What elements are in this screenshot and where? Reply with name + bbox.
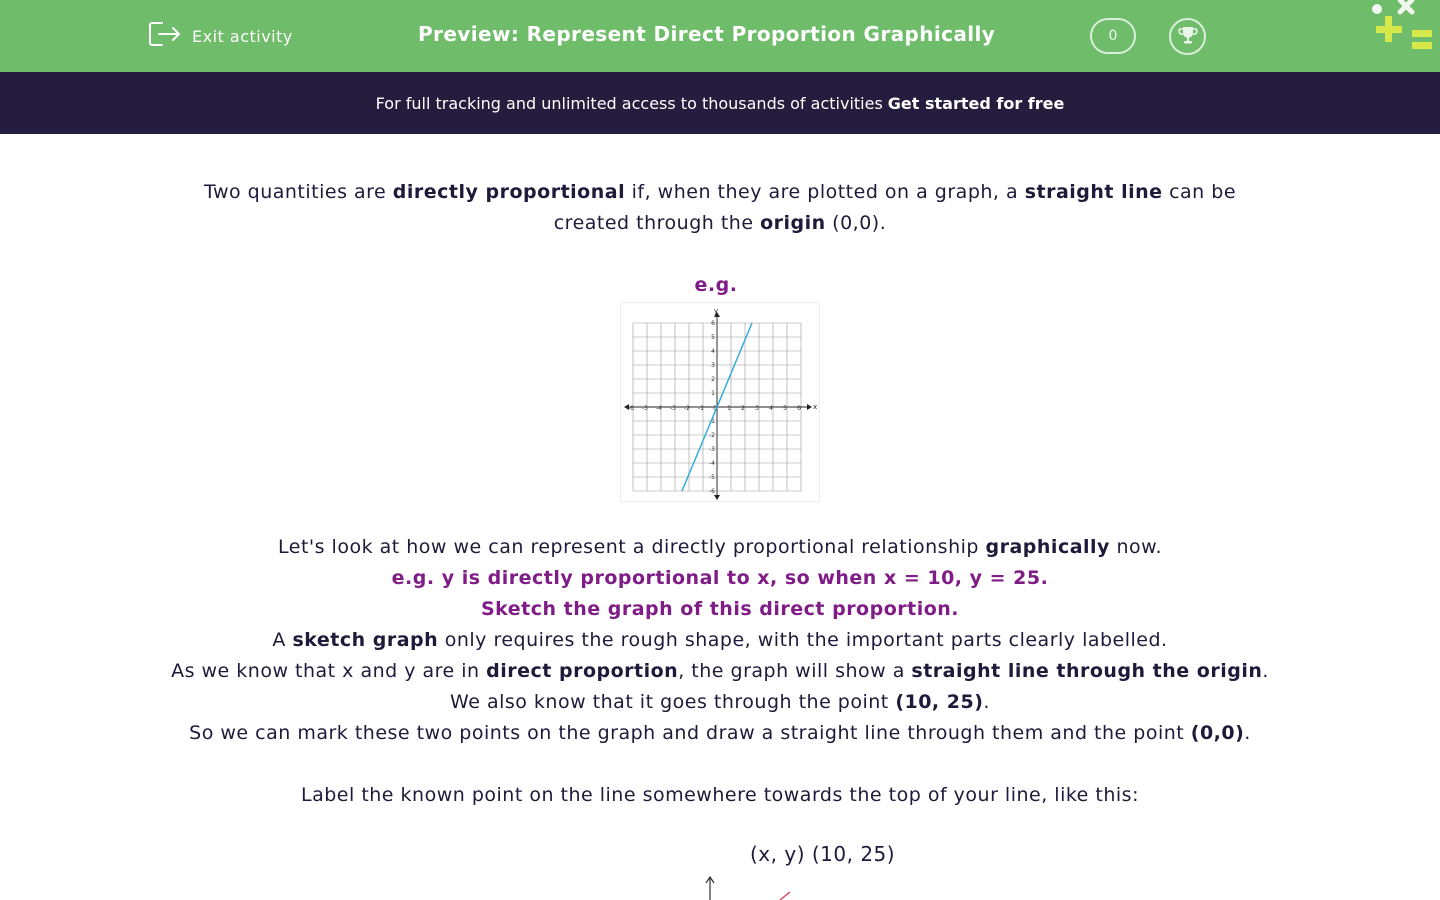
- y-tick-label: -6: [709, 488, 715, 495]
- x-tick-label: -5: [642, 405, 648, 412]
- exit-activity-button[interactable]: Exit activity: [148, 20, 293, 52]
- y-axis-label: y: [714, 307, 718, 315]
- x-tick-label: 6: [797, 405, 801, 412]
- y-tick-label: 4: [711, 348, 715, 355]
- y-tick-label: -5: [709, 474, 715, 481]
- y-tick-label: -4: [709, 460, 715, 467]
- body-line-7: So we can mark these two points on the g…: [189, 722, 1251, 744]
- x-tick-label: -2: [684, 405, 690, 412]
- page-title: Preview: Represent Direct Proportion Gra…: [418, 22, 996, 46]
- y-tick-label: -3: [709, 446, 715, 453]
- sketch-graph-start: [690, 872, 810, 900]
- exit-activity-label: Exit activity: [192, 26, 293, 46]
- body-line-1: Let's look at how we can represent a dir…: [278, 536, 1162, 558]
- y-tick-label: 6: [711, 320, 715, 327]
- x-tick-label: -3: [670, 405, 676, 412]
- banner-text: For full tracking and unlimited access t…: [375, 93, 883, 113]
- body-line-8: Label the known point on the line somewh…: [301, 784, 1139, 806]
- example-statement: e.g. y is directly proportional to x, so…: [391, 567, 1049, 589]
- y-tick-label: 5: [711, 334, 715, 341]
- x-axis-label: x: [813, 403, 817, 411]
- x-tick-label: 3: [755, 405, 759, 412]
- intro-line-2: created through the origin (0,0).: [553, 212, 887, 234]
- score-badge: 0: [1090, 18, 1136, 54]
- y-tick-label: 2: [711, 376, 715, 383]
- y-tick-label: -2: [709, 432, 715, 439]
- body-line-6: We also know that it goes through the po…: [450, 691, 990, 713]
- y-tick-label: 1: [711, 390, 715, 397]
- sketch-line: [779, 891, 791, 900]
- top-bar: Exit activity Preview: Represent Direct …: [0, 0, 1440, 72]
- y-axis-arrow: [705, 875, 715, 900]
- x-tick-label: -1: [698, 405, 704, 412]
- example-label: e.g.: [694, 274, 738, 296]
- example-task: Sketch the graph of this direct proporti…: [480, 598, 960, 620]
- body-line-5: As we know that x and y are in direct pr…: [171, 660, 1269, 682]
- x-tick-label: 4: [769, 405, 773, 412]
- body-line-4: A sketch graph only requires the rough s…: [272, 629, 1168, 651]
- x-tick-label: 5: [783, 405, 787, 412]
- activity-content: Two quantities are directly proportional…: [0, 134, 1440, 900]
- trophy-button[interactable]: [1169, 18, 1206, 55]
- get-started-link[interactable]: Get started for free: [888, 94, 1065, 113]
- x-tick-label: -4: [656, 405, 662, 412]
- example-graph: -6 -5 -4 -3 -2 -1 0 1 2 3 4 5 6 6 5 4 3 2 1 -1 -2 -3 -4 -5 -6 x y: [620, 302, 820, 502]
- y-tick-label: 3: [711, 362, 715, 369]
- trophy-icon: [1177, 24, 1199, 50]
- upgrade-banner: For full tracking and unlimited access t…: [0, 72, 1440, 134]
- point-label: (x, y) (10, 25): [750, 842, 896, 866]
- x-tick-label: 1: [727, 405, 731, 412]
- exit-icon: [148, 20, 182, 52]
- x-tick-label: -6: [628, 405, 634, 412]
- logo-icon: [1368, 0, 1440, 56]
- intro-line-1: Two quantities are directly proportional…: [203, 181, 1237, 203]
- example-graph-svg: -6 -5 -4 -3 -2 -1 0 1 2 3 4 5 6654321-1-2-3-4-5-6xy: [624, 307, 817, 500]
- x-tick-label: 2: [741, 405, 745, 412]
